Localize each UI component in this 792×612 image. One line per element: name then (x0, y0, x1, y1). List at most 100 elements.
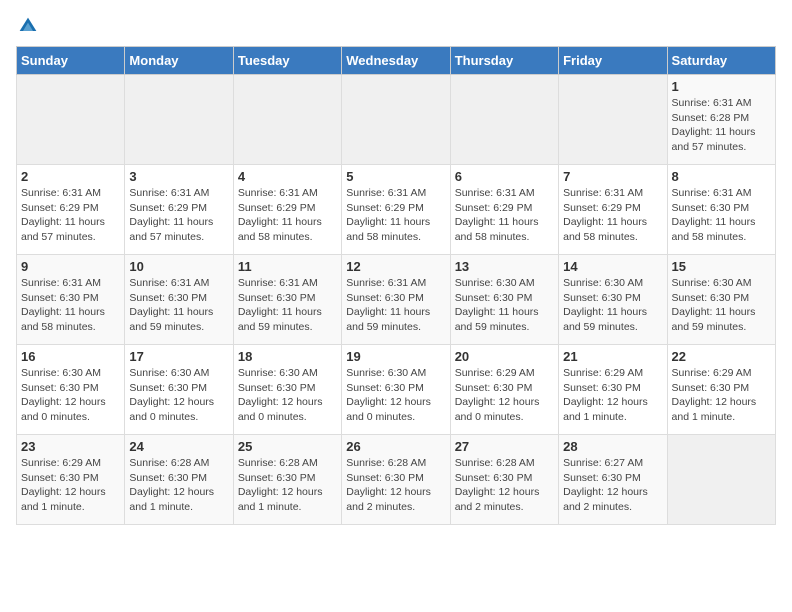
calendar-day-cell: 22Sunrise: 6:29 AM Sunset: 6:30 PM Dayli… (667, 345, 775, 435)
day-number: 2 (21, 169, 120, 184)
day-info: Sunrise: 6:31 AM Sunset: 6:29 PM Dayligh… (238, 186, 337, 245)
calendar-day-cell: 2 Sunrise: 6:31 AM Sunset: 6:29 PM Daylig… (17, 165, 125, 255)
calendar-day-cell: 3 Sunrise: 6:31 AM Sunset: 6:29 PM Daylig… (125, 165, 233, 255)
calendar-day-cell: 28 Sunrise: 6:27 AM Sunset: 6:30 PM Dayli… (559, 435, 667, 525)
weekday-header-tuesday: Tuesday (233, 47, 341, 75)
day-number: 8 (672, 169, 771, 184)
day-number: 5 (346, 169, 445, 184)
day-info: Sunrise: 6:30 AM Sunset: 6:30 PM Dayligh… (563, 276, 662, 335)
day-number: 19 (346, 349, 445, 364)
calendar-day-cell: 1Sunrise: 6:31 AM Sunset: 6:28 PM Daylig… (667, 75, 775, 165)
day-info: Sunrise: 6:28 AM Sunset: 6:30 PM Dayligh… (455, 456, 554, 515)
day-info: Sunrise: 6:31 AM Sunset: 6:29 PM Dayligh… (455, 186, 554, 245)
day-info: Sunrise: 6:31 AM Sunset: 6:30 PM Dayligh… (238, 276, 337, 335)
day-number: 7 (563, 169, 662, 184)
calendar-day-cell: 12 Sunrise: 6:31 AM Sunset: 6:30 PM Dayli… (342, 255, 450, 345)
day-number: 25 (238, 439, 337, 454)
calendar-day-cell: 9 Sunrise: 6:31 AM Sunset: 6:30 PM Daylig… (17, 255, 125, 345)
day-info: Sunrise: 6:30 AM Sunset: 6:30 PM Dayligh… (129, 366, 228, 425)
calendar-day-cell: 8 Sunrise: 6:31 AM Sunset: 6:30 PM Daylig… (667, 165, 775, 255)
calendar-week-4: 16 Sunrise: 6:30 AM Sunset: 6:30 PM Dayli… (17, 345, 776, 435)
day-number: 14 (563, 259, 662, 274)
calendar-week-1: 1Sunrise: 6:31 AM Sunset: 6:28 PM Daylig… (17, 75, 776, 165)
calendar-day-cell: 13 Sunrise: 6:30 AM Sunset: 6:30 PM Dayli… (450, 255, 558, 345)
calendar-day-cell (125, 75, 233, 165)
day-info: Sunrise: 6:31 AM Sunset: 6:30 PM Dayligh… (346, 276, 445, 335)
day-info: Sunrise: 6:31 AM Sunset: 6:28 PM Dayligh… (672, 96, 771, 155)
day-number: 10 (129, 259, 228, 274)
weekday-header-saturday: Saturday (667, 47, 775, 75)
calendar-day-cell (342, 75, 450, 165)
calendar-table: SundayMondayTuesdayWednesdayThursdayFrid… (16, 46, 776, 525)
day-number: 18 (238, 349, 337, 364)
calendar-day-cell: 15 Sunrise: 6:30 AM Sunset: 6:30 PM Dayli… (667, 255, 775, 345)
calendar-day-cell: 23 Sunrise: 6:29 AM Sunset: 6:30 PM Dayli… (17, 435, 125, 525)
day-number: 24 (129, 439, 228, 454)
weekday-header-row: SundayMondayTuesdayWednesdayThursdayFrid… (17, 47, 776, 75)
calendar-day-cell (450, 75, 558, 165)
day-number: 9 (21, 259, 120, 274)
calendar-day-cell (559, 75, 667, 165)
day-number: 22 (672, 349, 771, 364)
day-number: 28 (563, 439, 662, 454)
day-number: 3 (129, 169, 228, 184)
weekday-header-sunday: Sunday (17, 47, 125, 75)
calendar-day-cell: 11 Sunrise: 6:31 AM Sunset: 6:30 PM Dayli… (233, 255, 341, 345)
day-number: 17 (129, 349, 228, 364)
day-number: 21 (563, 349, 662, 364)
day-number: 12 (346, 259, 445, 274)
calendar-day-cell: 20 Sunrise: 6:29 AM Sunset: 6:30 PM Dayli… (450, 345, 558, 435)
calendar-day-cell: 14 Sunrise: 6:30 AM Sunset: 6:30 PM Dayli… (559, 255, 667, 345)
day-info: Sunrise: 6:28 AM Sunset: 6:30 PM Dayligh… (346, 456, 445, 515)
weekday-header-monday: Monday (125, 47, 233, 75)
calendar-day-cell: 7 Sunrise: 6:31 AM Sunset: 6:29 PM Daylig… (559, 165, 667, 255)
calendar-day-cell: 18Sunrise: 6:30 AM Sunset: 6:30 PM Dayli… (233, 345, 341, 435)
calendar-day-cell: 25 Sunrise: 6:28 AM Sunset: 6:30 PM Dayli… (233, 435, 341, 525)
day-info: Sunrise: 6:29 AM Sunset: 6:30 PM Dayligh… (455, 366, 554, 425)
day-number: 11 (238, 259, 337, 274)
day-number: 6 (455, 169, 554, 184)
weekday-header-wednesday: Wednesday (342, 47, 450, 75)
calendar-day-cell: 19 Sunrise: 6:30 AM Sunset: 6:30 PM Dayli… (342, 345, 450, 435)
calendar-week-5: 23 Sunrise: 6:29 AM Sunset: 6:30 PM Dayli… (17, 435, 776, 525)
weekday-header-thursday: Thursday (450, 47, 558, 75)
calendar-day-cell: 26 Sunrise: 6:28 AM Sunset: 6:30 PM Dayli… (342, 435, 450, 525)
day-info: Sunrise: 6:27 AM Sunset: 6:30 PM Dayligh… (563, 456, 662, 515)
day-info: Sunrise: 6:28 AM Sunset: 6:30 PM Dayligh… (129, 456, 228, 515)
day-info: Sunrise: 6:29 AM Sunset: 6:30 PM Dayligh… (21, 456, 120, 515)
day-info: Sunrise: 6:28 AM Sunset: 6:30 PM Dayligh… (238, 456, 337, 515)
day-number: 13 (455, 259, 554, 274)
day-info: Sunrise: 6:31 AM Sunset: 6:30 PM Dayligh… (129, 276, 228, 335)
day-info: Sunrise: 6:31 AM Sunset: 6:29 PM Dayligh… (346, 186, 445, 245)
day-info: Sunrise: 6:29 AM Sunset: 6:30 PM Dayligh… (563, 366, 662, 425)
calendar-week-3: 9 Sunrise: 6:31 AM Sunset: 6:30 PM Daylig… (17, 255, 776, 345)
day-info: Sunrise: 6:31 AM Sunset: 6:29 PM Dayligh… (563, 186, 662, 245)
day-number: 27 (455, 439, 554, 454)
day-number: 23 (21, 439, 120, 454)
day-number: 16 (21, 349, 120, 364)
day-number: 4 (238, 169, 337, 184)
calendar-day-cell: 21 Sunrise: 6:29 AM Sunset: 6:30 PM Dayli… (559, 345, 667, 435)
calendar-week-2: 2 Sunrise: 6:31 AM Sunset: 6:29 PM Daylig… (17, 165, 776, 255)
calendar-day-cell: 10 Sunrise: 6:31 AM Sunset: 6:30 PM Dayli… (125, 255, 233, 345)
day-info: Sunrise: 6:30 AM Sunset: 6:30 PM Dayligh… (21, 366, 120, 425)
calendar-day-cell: 5 Sunrise: 6:31 AM Sunset: 6:29 PM Daylig… (342, 165, 450, 255)
day-info: Sunrise: 6:31 AM Sunset: 6:29 PM Dayligh… (129, 186, 228, 245)
day-number: 15 (672, 259, 771, 274)
weekday-header-friday: Friday (559, 47, 667, 75)
calendar-day-cell (17, 75, 125, 165)
day-number: 20 (455, 349, 554, 364)
calendar-day-cell (233, 75, 341, 165)
calendar-day-cell: 4 Sunrise: 6:31 AM Sunset: 6:29 PM Daylig… (233, 165, 341, 255)
day-info: Sunrise: 6:31 AM Sunset: 6:29 PM Dayligh… (21, 186, 120, 245)
calendar-day-cell: 24 Sunrise: 6:28 AM Sunset: 6:30 PM Dayli… (125, 435, 233, 525)
calendar-day-cell: 16 Sunrise: 6:30 AM Sunset: 6:30 PM Dayli… (17, 345, 125, 435)
day-info: Sunrise: 6:30 AM Sunset: 6:30 PM Dayligh… (455, 276, 554, 335)
day-info: Sunrise: 6:31 AM Sunset: 6:30 PM Dayligh… (672, 186, 771, 245)
day-info: Sunrise: 6:30 AM Sunset: 6:30 PM Dayligh… (672, 276, 771, 335)
day-number: 26 (346, 439, 445, 454)
logo-icon (18, 16, 38, 36)
day-info: Sunrise: 6:30 AM Sunset: 6:30 PM Dayligh… (346, 366, 445, 425)
calendar-day-cell: 27 Sunrise: 6:28 AM Sunset: 6:30 PM Dayli… (450, 435, 558, 525)
day-info: Sunrise: 6:31 AM Sunset: 6:30 PM Dayligh… (21, 276, 120, 335)
